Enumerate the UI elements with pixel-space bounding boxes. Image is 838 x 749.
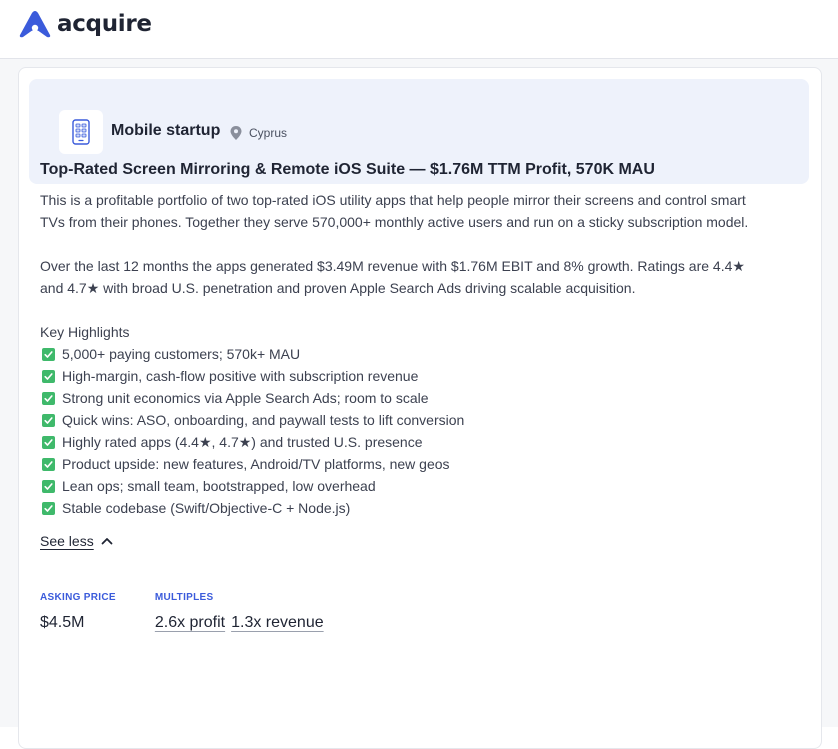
highlight-text: Stable codebase (Swift/Objective-C + Nod… <box>62 500 351 516</box>
checkmark-icon <box>42 347 55 361</box>
acquire-logo-icon <box>19 11 51 38</box>
highlight-text: 5,000+ paying customers; 570k+ MAU <box>62 346 301 362</box>
highlight-text: Highly rated apps (4.4★, 4.7★) and trust… <box>62 434 423 450</box>
multiples-label: MULTIPLES <box>154 592 214 603</box>
checkmark-icon <box>42 435 55 449</box>
checkmark-icon <box>42 369 55 383</box>
see-less-button[interactable]: See less <box>40 533 113 549</box>
mobile-device-icon <box>59 110 103 154</box>
profit-multiple-link[interactable]: 2.6x profit <box>155 614 225 631</box>
multiples: MULTIPLES 2.6x profit 1.3x revenue <box>155 592 330 632</box>
see-less-label: See less <box>40 533 94 549</box>
checkmark-icon <box>42 413 55 427</box>
highlight-text: Quick wins: ASO, onboarding, and paywall… <box>62 412 465 428</box>
listing-title: Top-Rated Screen Mirroring & Remote iOS … <box>40 161 655 178</box>
top-navigation-bar: acquire <box>0 0 838 59</box>
asking-price: ASKING PRICE $4.5M <box>40 592 116 632</box>
highlights-list: 5,000+ paying customers; 570k+ MAU High-… <box>40 343 760 519</box>
highlight-text: Product upside: new features, Android/TV… <box>62 456 450 472</box>
checkmark-icon <box>42 391 55 405</box>
listing-description: Top-Rated Screen Mirroring & Remote iOS … <box>40 160 760 551</box>
highlights-heading: Key Highlights <box>40 324 130 340</box>
location: Cyprus <box>229 125 287 141</box>
highlight-item: Strong unit economics via Apple Search A… <box>40 387 760 409</box>
highlight-item: Product upside: new features, Android/TV… <box>40 453 760 475</box>
location-pin-icon <box>230 126 242 140</box>
highlight-item: Highly rated apps (4.4★, 4.7★) and trust… <box>40 431 760 453</box>
listing-metrics: ASKING PRICE $4.5M MULTIPLES 2.6x profit… <box>40 592 369 632</box>
chevron-up-icon <box>101 538 113 545</box>
highlight-item: 5,000+ paying customers; 570k+ MAU <box>40 343 760 365</box>
description-paragraph-1: This is a profitable portfolio of two to… <box>40 192 749 230</box>
brand-name: acquire <box>57 11 152 37</box>
acquire-logo[interactable]: acquire <box>18 10 152 38</box>
revenue-multiple-link[interactable]: 1.3x revenue <box>231 614 324 631</box>
checkmark-icon <box>42 501 55 515</box>
startup-category: Mobile startup <box>111 122 221 139</box>
highlight-text: Strong unit economics via Apple Search A… <box>62 390 429 406</box>
description-paragraph-2: Over the last 12 months the apps generat… <box>40 258 745 296</box>
highlight-item: Stable codebase (Swift/Objective-C + Nod… <box>40 497 760 519</box>
checkmark-icon <box>42 457 55 471</box>
checkmark-icon <box>42 479 55 493</box>
highlight-text: Lean ops; small team, bootstrapped, low … <box>62 478 376 494</box>
multiples-values: 2.6x profit 1.3x revenue <box>155 614 330 632</box>
highlight-item: High-margin, cash-flow positive with sub… <box>40 365 760 387</box>
location-text: Cyprus <box>249 126 288 140</box>
highlight-text: High-margin, cash-flow positive with sub… <box>62 368 419 384</box>
highlight-item: Lean ops; small team, bootstrapped, low … <box>40 475 760 497</box>
asking-price-label: ASKING PRICE <box>40 592 116 603</box>
highlight-item: Quick wins: ASO, onboarding, and paywall… <box>40 409 760 431</box>
asking-price-value: $4.5M <box>40 614 85 631</box>
